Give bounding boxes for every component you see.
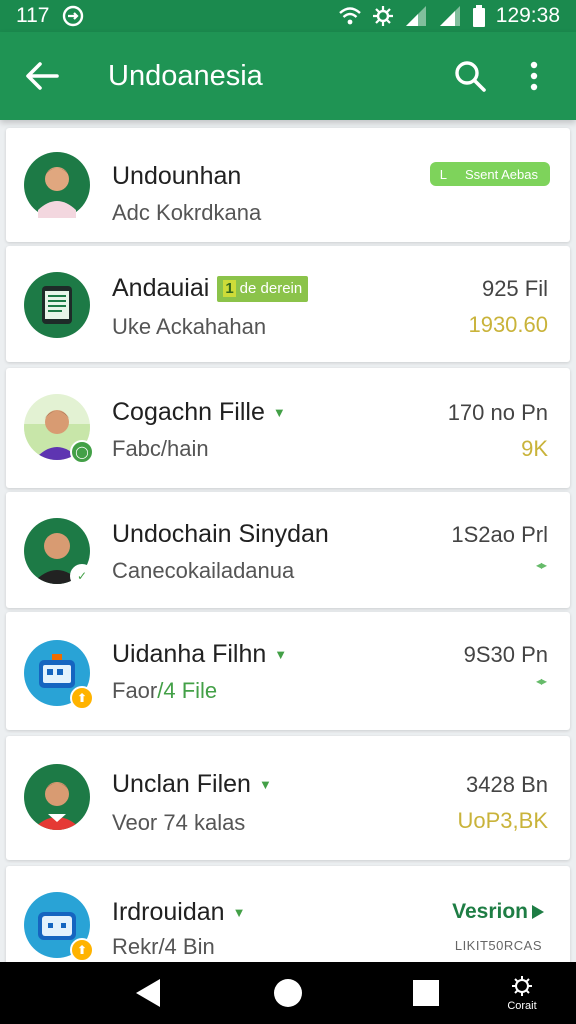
version-code: LIKIT50RCAS [454,938,542,953]
list-item[interactable]: Andauiai 1 de derein Uke Ackahahan 925 Fi… [6,246,570,362]
item-name: Cogachn Fille [112,398,265,426]
item-size: 9S30 Pn [463,642,548,667]
avatar: ⬆ [24,640,94,710]
settings-gear-icon [372,5,394,27]
recents-nav-button[interactable] [386,962,466,1024]
chevron-down-icon[interactable]: ▼ [274,647,287,662]
chevron-down-icon[interactable]: ▼ [273,405,286,420]
nav-label: Corait [507,1000,537,1012]
page-title: Undoanesia [108,59,263,92]
avatar: ✓ [24,518,94,588]
list-item[interactable]: ⬆ Uidanha Filhn ▼ Faor/4 File 9S30 Pn ◂▸ [6,612,570,730]
search-button[interactable] [444,50,496,102]
item-name: Andauiai [112,274,210,302]
battery-icon [472,5,486,27]
item-size: 925 Fil [481,276,548,301]
subtitle-main: Faor [112,678,158,703]
item-name: Uidanha Filhn [112,640,267,668]
lock-icon: ⬆ [70,938,94,962]
app-bar: Undoanesia [0,32,576,120]
avatar-badge: ✓ [70,564,94,588]
item-subtitle: Rekr/4 Bin [112,934,215,959]
chevron-down-icon[interactable]: ▼ [259,777,272,792]
arrow-left-icon [26,62,59,90]
tag-prefix: 1 [223,280,236,297]
version-label: Vesrion [452,900,528,923]
avatar [24,152,90,218]
avatar: ⬆ [24,892,94,962]
expand-arrows-icon[interactable]: ◂▸ [536,674,547,688]
more-vert-icon [530,61,538,91]
contacts-nav-button[interactable]: Corait [482,962,562,1024]
item-tag: 1 de derein [217,275,309,302]
version-button[interactable]: Vesrion [452,900,546,924]
avatar-badge: ◯ [70,440,94,464]
file-list: Undounhan Adc Kokrdkana L Ssent Aebas An… [0,122,576,962]
list-item[interactable]: ◯ Cogachn Fille ▼ Fabc/hain 170 no Pn 9K [6,368,570,488]
circle-home-icon [274,979,302,1007]
item-subtitle: Adc Kokrdkana [112,200,262,225]
avatar: ◯ [24,394,94,464]
subtitle-accent: /4 File [157,678,218,703]
search-icon [455,61,486,92]
pill-label: Ssent Aebas [465,166,538,182]
square-recents-icon [413,980,439,1006]
back-nav-button[interactable] [108,962,188,1024]
signal-icon [404,5,428,27]
item-name: Undounhan [112,162,242,190]
item-subtitle: Faor/4 File [112,678,217,704]
item-amount: 9K [521,436,548,461]
list-item[interactable]: Unclan Filen ▼ Veor 74 kalas 3428 Bn UoP… [6,736,570,860]
pill-icon: L [439,166,447,182]
item-subtitle: Uke Ackahahan [112,314,267,339]
home-nav-button[interactable] [248,962,328,1024]
expand-arrows-icon[interactable]: ◂▸ [536,558,547,572]
item-size: 3428 Bn [466,772,548,797]
item-subtitle: Fabc/hain [112,436,209,461]
item-name: Unclan Filen [112,770,251,798]
status-pill[interactable]: L Ssent Aebas [429,162,550,186]
avatar [24,764,90,830]
item-size: 1S2ao Prl [451,522,548,547]
triangle-back-icon [136,979,160,1007]
gear-outline-icon [512,976,532,996]
avatar [24,272,90,338]
item-subtitle: Canecokailadanua [112,558,295,583]
list-item[interactable]: ⬆ Irdrouidan ▼ Rekr/4 Bin Vesrion LIKIT5… [6,866,570,962]
lock-icon: ⬆ [70,686,94,710]
item-name: Undochain Sinydan [112,520,329,548]
more-options-button[interactable] [508,50,560,102]
list-item[interactable]: Undounhan Adc Kokrdkana L Ssent Aebas [6,128,570,242]
arrow-right-icon [532,905,544,919]
item-amount: 1930.60 [468,312,548,337]
chevron-down-icon[interactable]: ▼ [233,905,246,920]
back-button[interactable] [16,50,68,102]
signal-2-icon [438,5,462,27]
status-bar: 117 129:38 [0,0,576,32]
sync-icon [61,4,85,28]
navigation-bar: Corait [0,962,576,1024]
wifi-icon [338,6,362,26]
status-time: 129:38 [495,4,560,27]
item-size: 170 no Pn [447,400,548,425]
status-left-text: 117 [16,4,50,27]
item-amount: UoP3,BK [457,808,549,833]
list-item[interactable]: ✓ Undochain Sinydan Canecokailadanua 1S2… [6,492,570,608]
item-subtitle: Veor 74 kalas [112,810,246,835]
item-name: Irdrouidan [112,898,225,926]
tag-label: de derein [239,280,303,297]
